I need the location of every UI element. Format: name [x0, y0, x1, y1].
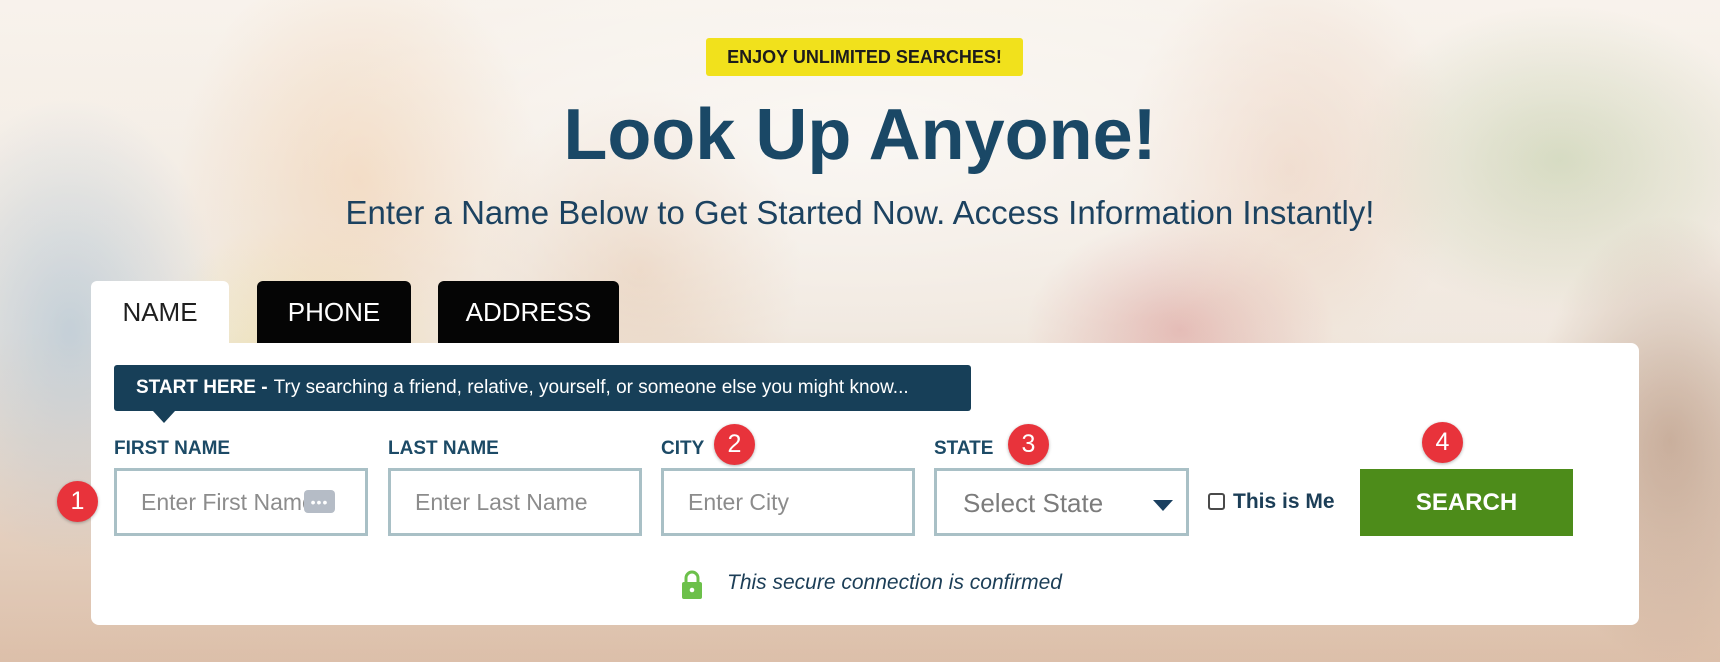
start-here-tooltip: START HERE - Try searching a friend, rel… [114, 365, 971, 411]
tab-phone[interactable]: PHONE [257, 281, 411, 343]
tooltip-bold-text: START HERE - [136, 377, 268, 398]
step-marker-2: 2 [714, 424, 755, 465]
page-subtitle: Enter a Name Below to Get Started Now. A… [345, 194, 1375, 231]
search-button[interactable]: SEARCH [1360, 469, 1573, 536]
step-marker-1: 1 [57, 481, 98, 522]
lock-icon [682, 570, 702, 599]
first-name-label: FIRST NAME [114, 438, 231, 459]
secure-connection-text: This secure connection is confirmed [727, 571, 1062, 594]
password-manager-icon[interactable]: ••• [304, 490, 335, 513]
city-input[interactable] [661, 468, 915, 536]
state-select-value: Select State [963, 488, 1104, 518]
last-name-input[interactable] [388, 468, 642, 536]
step-marker-3: 3 [1008, 424, 1049, 465]
tab-address[interactable]: ADDRESS [438, 281, 619, 343]
step-marker-4: 4 [1422, 422, 1463, 463]
tab-name[interactable]: NAME [91, 281, 229, 343]
page-title: Look Up Anyone! [563, 95, 1157, 175]
last-name-label: LAST NAME [388, 438, 499, 459]
state-label: STATE [934, 438, 994, 459]
city-label: CITY [661, 438, 705, 459]
this-is-me-checkbox[interactable] [1208, 493, 1225, 510]
chevron-down-icon [1153, 500, 1173, 511]
tooltip-text: Try searching a friend, relative, yourse… [273, 377, 909, 398]
this-is-me-label[interactable]: This is Me [1233, 490, 1335, 514]
tooltip-arrow [153, 411, 175, 423]
state-select[interactable]: Select State [934, 468, 1189, 536]
promo-badge: ENJOY UNLIMITED SEARCHES! [706, 38, 1023, 76]
